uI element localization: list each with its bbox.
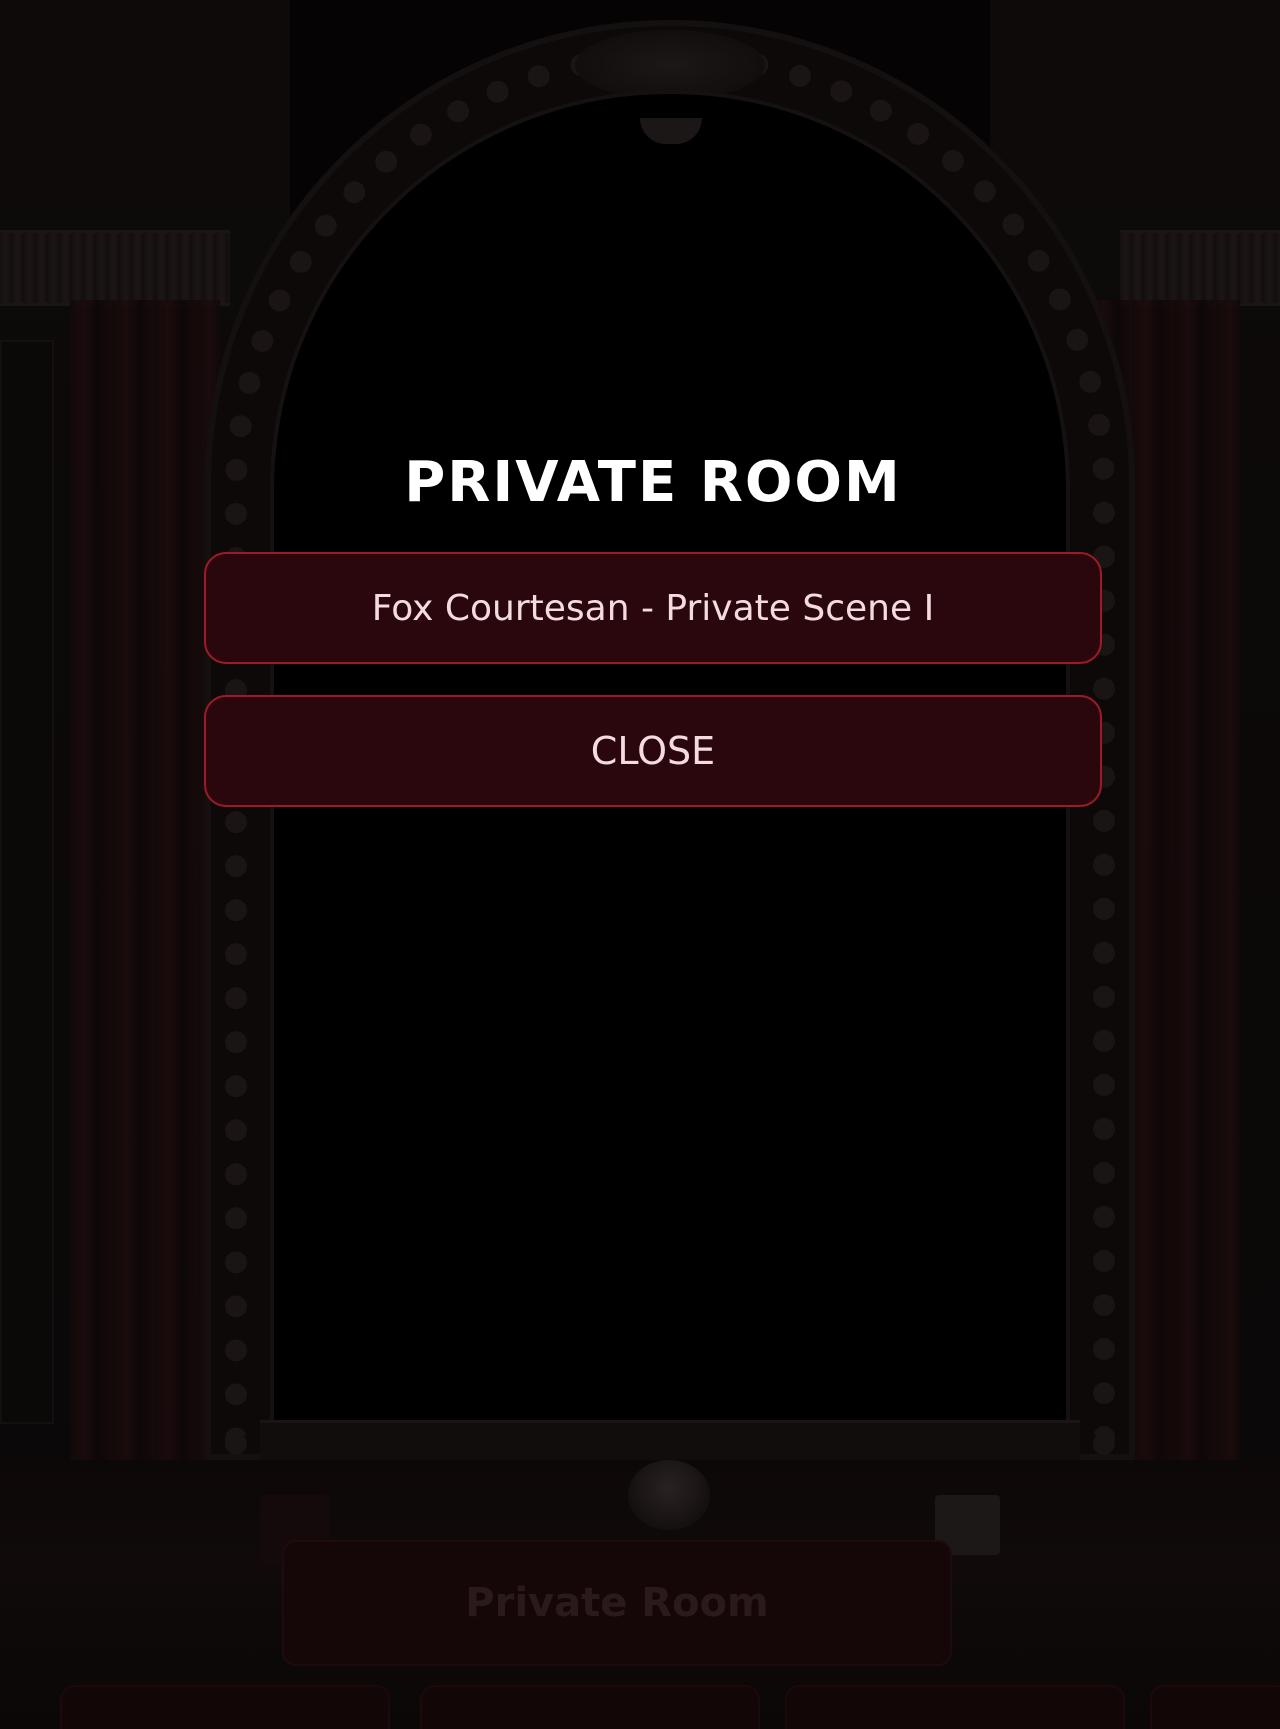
ornament-orb — [628, 1460, 710, 1530]
bottom-tab-4 — [1150, 1685, 1280, 1729]
left-cornice — [0, 230, 230, 306]
scene-option-label: Fox Courtesan - Private Scene I — [371, 587, 935, 629]
game-screen: Private Room PRIVATE ROOM Fox Courtesan … — [0, 0, 1280, 1729]
bottom-tab-2 — [420, 1685, 760, 1729]
close-button-label: CLOSE — [590, 729, 716, 773]
private-room-button: Private Room — [282, 1540, 952, 1666]
bottom-tab-1 — [60, 1685, 390, 1729]
close-button[interactable]: CLOSE — [204, 695, 1102, 807]
dialog-title: PRIVATE ROOM — [404, 450, 902, 515]
bottom-tab-3 — [785, 1685, 1125, 1729]
frame-base — [260, 1420, 1080, 1463]
scene-option-button[interactable]: Fox Courtesan - Private Scene I — [204, 552, 1102, 664]
background-scene: Private Room — [0, 0, 1280, 1729]
right-cornice — [1120, 230, 1280, 306]
